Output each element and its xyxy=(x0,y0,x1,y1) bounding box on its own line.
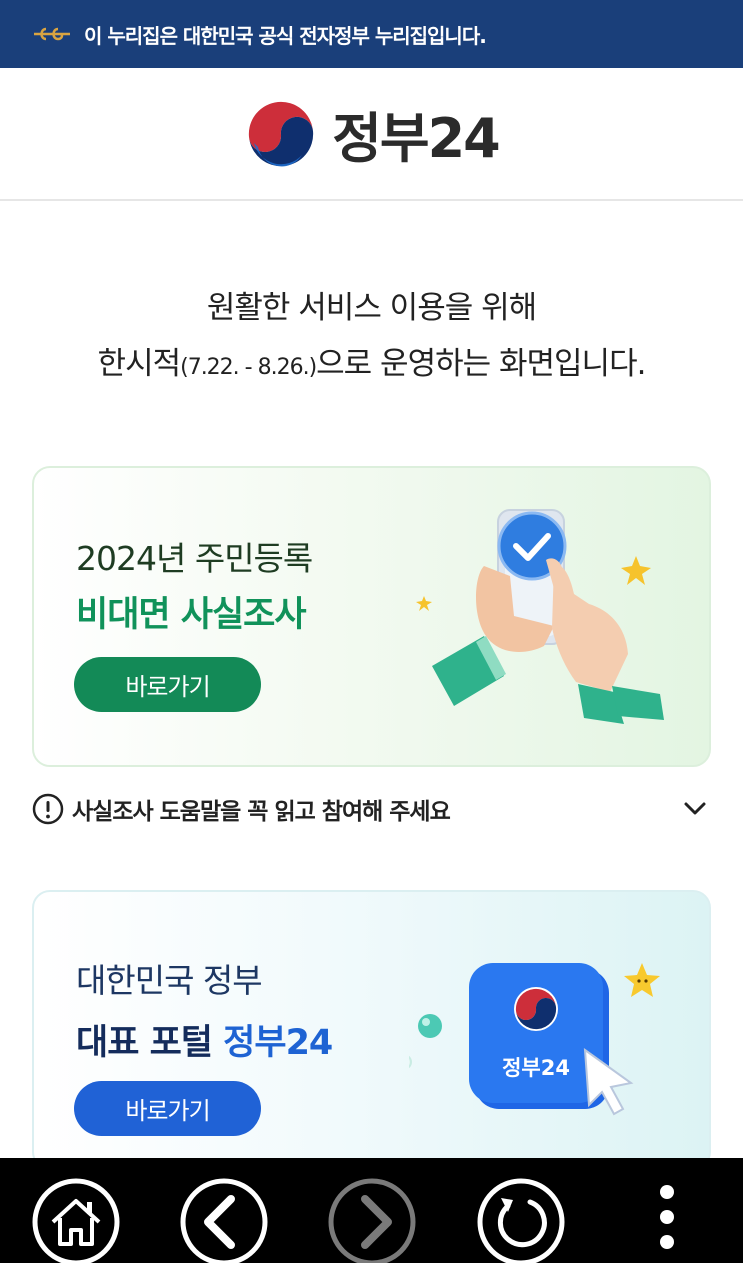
back-icon[interactable] xyxy=(178,1176,270,1263)
survey-help-toggle[interactable]: 사실조사 도움말을 꼭 읽고 참여해 주세요 xyxy=(32,787,711,831)
gov-emblem-icon xyxy=(34,27,70,41)
taegeuk-logo-icon[interactable] xyxy=(244,97,318,171)
browser-bottom-nav xyxy=(0,1158,743,1263)
portal-subtitle-accent: 정부24 xyxy=(223,1023,333,1063)
forward-icon[interactable] xyxy=(326,1176,418,1263)
portal-subtitle-prefix: 대표 포털 xyxy=(76,1023,224,1063)
hand-phone-check-illustration xyxy=(416,509,664,724)
intro-period: (7.22. - 8.26.) xyxy=(180,355,317,380)
portal-go-button[interactable]: 바로가기 xyxy=(74,1081,261,1136)
intro-message: 원활한 서비스 이용을 위해 한시적(7.22. - 8.26.)으로 운영하는… xyxy=(0,283,743,393)
survey-card[interactable]: 2024년 주민등록 비대면 사실조사 바로가기 xyxy=(32,466,711,767)
help-label: 사실조사 도움말을 꼭 읽고 참여해 주세요 xyxy=(72,799,451,825)
site-header: 정부24 xyxy=(0,68,743,201)
intro-line-2-prefix: 한시적 xyxy=(97,346,182,382)
star-icon xyxy=(621,556,651,585)
app-icon-illustration: 정부24 xyxy=(409,963,660,1116)
app-icon-text: 정부24 xyxy=(502,1056,570,1080)
home-icon[interactable] xyxy=(30,1176,122,1263)
official-site-banner: 이 누리집은 대한민국 공식 전자정부 누리집입니다. xyxy=(0,0,743,68)
survey-card-subtitle: 비대면 사실조사 xyxy=(76,595,307,635)
logo-text[interactable]: 정부24 xyxy=(332,94,501,173)
star-icon xyxy=(416,596,432,611)
intro-line-1: 원활한 서비스 이용을 위해 xyxy=(206,290,537,326)
info-icon xyxy=(32,793,64,825)
portal-card-title: 대한민국 정부 xyxy=(76,961,263,1000)
banner-text: 이 누리집은 대한민국 공식 전자정부 누리집입니다. xyxy=(84,23,487,48)
survey-card-title: 2024년 주민등록 xyxy=(76,539,313,578)
more-icon[interactable] xyxy=(621,1176,713,1263)
star-icon xyxy=(624,963,660,997)
chevron-down-icon[interactable] xyxy=(681,795,709,823)
portal-card[interactable]: 대한민국 정부 대표 포털 정부24 바로가기 정부24 xyxy=(32,890,711,1170)
reload-icon[interactable] xyxy=(475,1176,567,1263)
intro-line-2: 한시적(7.22. - 8.26.)으로 운영하는 화면입니다. xyxy=(0,339,743,393)
portal-card-subtitle: 대표 포털 정부24 xyxy=(76,1014,333,1065)
survey-go-button[interactable]: 바로가기 xyxy=(74,657,261,712)
intro-line-2-suffix: 으로 운영하는 화면입니다. xyxy=(316,346,646,382)
